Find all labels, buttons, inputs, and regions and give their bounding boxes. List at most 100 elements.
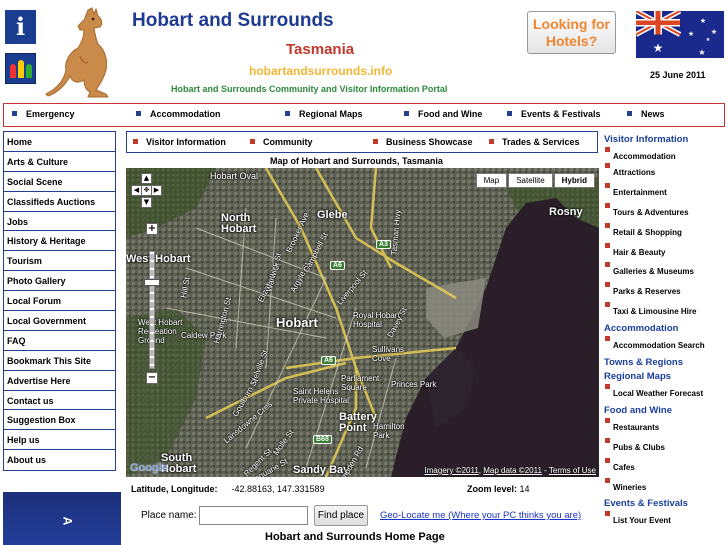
map-data-link[interactable]: Map data ©2011 bbox=[483, 466, 542, 475]
home-page-link[interactable]: Hobart and Surrounds Home Page bbox=[265, 531, 445, 543]
google-logo[interactable]: Google bbox=[130, 462, 168, 474]
find-place-button[interactable]: Find place bbox=[314, 505, 368, 526]
left-nav-faq[interactable]: FAQ bbox=[4, 331, 115, 351]
right-heading-accommodation[interactable]: Accommodation bbox=[604, 323, 727, 335]
map-type-map-button[interactable]: Map bbox=[475, 173, 508, 188]
right-item-hair-beauty[interactable]: Hair & Beauty bbox=[604, 242, 727, 262]
zoom-slider-track[interactable] bbox=[149, 251, 155, 369]
left-nav-contact[interactable]: Contact us bbox=[4, 391, 115, 411]
hotels-button[interactable]: Looking for Hotels? bbox=[527, 11, 616, 54]
right-item-restaurants[interactable]: Restaurants bbox=[604, 417, 727, 437]
left-nav-history-heritage[interactable]: History & Heritage bbox=[4, 231, 115, 252]
left-nav-classifieds[interactable]: Classifieds Auctions bbox=[4, 192, 115, 212]
geo-locate-link[interactable]: Geo-Locate me (Where your PC thinks you … bbox=[380, 510, 581, 521]
right-item-attractions[interactable]: Attractions bbox=[604, 162, 727, 182]
right-heading-food-and-wine[interactable]: Food and Wine bbox=[604, 405, 727, 417]
road-shield-a6-north: A6 bbox=[330, 261, 345, 270]
right-item-retail-shopping[interactable]: Retail & Shopping bbox=[604, 222, 727, 242]
right-heading-towns-regions[interactable]: Towns & Regions bbox=[604, 357, 727, 369]
pan-down-icon[interactable]: ▼ bbox=[141, 197, 152, 208]
top-nav-emergency[interactable]: Emergency bbox=[12, 109, 75, 119]
map-view[interactable]: Hobart Oval North Hobart Glebe Rosny Wes… bbox=[126, 168, 599, 477]
place-name-input[interactable] bbox=[199, 506, 308, 525]
map-type-satellite-button[interactable]: Satellite bbox=[508, 173, 553, 188]
right-item-cafes[interactable]: Cafes bbox=[604, 457, 727, 477]
left-nav-help-us[interactable]: Help us bbox=[4, 430, 115, 451]
lat-lon-label: Latitude, Longitude: bbox=[131, 484, 218, 494]
map-label-hobart: Hobart bbox=[276, 315, 318, 330]
lat-lon-value: -42.88163, 147.331589 bbox=[231, 484, 325, 494]
right-item-accommodation-search[interactable]: Accommodation Search bbox=[604, 335, 727, 355]
australian-flag: ★ ★ ★ ★ ★ ★ bbox=[636, 11, 724, 58]
current-date: 25 June 2011 bbox=[650, 70, 706, 80]
site-title[interactable]: Hobart and Surrounds bbox=[132, 10, 334, 32]
left-nav-advertise[interactable]: Advertise Here bbox=[4, 371, 115, 391]
lat-lon-readout: Latitude, Longitude: -42.88163, 147.33158… bbox=[131, 484, 325, 494]
right-item-accommodation[interactable]: Accommodation bbox=[604, 146, 727, 162]
top-nav-accommodation[interactable]: Accommodation bbox=[136, 109, 221, 119]
right-item-parks-reserves[interactable]: Parks & Reserves bbox=[604, 281, 727, 301]
left-nav-suggestion-box[interactable]: Suggestion Box bbox=[4, 410, 115, 431]
sub-nav-visitor-information[interactable]: Visitor Information bbox=[133, 137, 226, 147]
top-nav-regional-maps[interactable]: Regional Maps bbox=[285, 109, 363, 119]
sub-nav: Visitor Information Community Business S… bbox=[126, 131, 598, 153]
site-subtitle: Tasmania bbox=[286, 41, 355, 58]
top-nav: Emergency Accommodation Regional Maps Fo… bbox=[3, 103, 725, 127]
svg-text:★: ★ bbox=[698, 48, 705, 57]
top-nav-events-festivals[interactable]: Events & Festivals bbox=[507, 109, 601, 119]
left-banner-ad[interactable]: A bbox=[3, 492, 121, 545]
sub-nav-trades-services[interactable]: Trades & Services bbox=[489, 137, 580, 147]
road-shield-a3: A3 bbox=[376, 240, 391, 249]
zoom-in-button[interactable]: + bbox=[146, 223, 158, 235]
map-type-hybrid-button[interactable]: Hybrid bbox=[553, 173, 595, 188]
map-type-controls: Map Satellite Hybrid bbox=[475, 173, 595, 188]
map-label-battery-point: Battery Point bbox=[339, 411, 377, 434]
svg-text:★: ★ bbox=[711, 28, 717, 36]
left-nav-local-government[interactable]: Local Government bbox=[4, 311, 115, 331]
top-nav-news[interactable]: News bbox=[627, 109, 665, 119]
left-nav-social-scene[interactable]: Social Scene bbox=[4, 172, 115, 192]
terms-of-use-link[interactable]: Terms of Use bbox=[549, 466, 596, 475]
road-shield-a6: A6 bbox=[321, 356, 336, 365]
map-label-sullivans-cove: Sullivans Cove bbox=[372, 345, 405, 363]
community-people-icon[interactable] bbox=[5, 53, 36, 84]
left-nav-photo-gallery[interactable]: Photo Gallery bbox=[4, 271, 115, 292]
road-shield-b68: B68 bbox=[313, 435, 332, 444]
left-nav-bookmark[interactable]: Bookmark This Site bbox=[4, 351, 115, 371]
pan-right-icon[interactable]: ▶ bbox=[151, 185, 162, 196]
left-nav-home[interactable]: Home bbox=[4, 132, 115, 152]
right-item-wineries[interactable]: Wineries bbox=[604, 477, 727, 497]
zoom-level-value: 14 bbox=[519, 484, 530, 494]
right-heading-visitor-information[interactable]: Visitor Information bbox=[604, 134, 727, 146]
left-nav-tourism[interactable]: Tourism bbox=[4, 251, 115, 272]
right-item-taxi-limousine[interactable]: Taxi & Limousine Hire bbox=[604, 301, 727, 321]
left-nav-about-us[interactable]: About us bbox=[4, 450, 115, 470]
left-nav: Home Arts & Culture Social Scene Classif… bbox=[3, 131, 116, 472]
zoom-level-readout: Zoom level: 14 bbox=[467, 484, 530, 494]
zoom-out-button[interactable]: − bbox=[146, 372, 158, 384]
right-heading-events-festivals[interactable]: Events & Festivals bbox=[604, 498, 727, 510]
svg-text:★: ★ bbox=[706, 37, 711, 43]
right-heading-regional-maps[interactable]: Regional Maps bbox=[604, 371, 727, 383]
left-nav-local-forum[interactable]: Local Forum bbox=[4, 291, 115, 312]
pan-up-icon[interactable]: ▲ bbox=[141, 173, 152, 184]
map-label-rosny: Rosny bbox=[549, 206, 583, 218]
right-item-list-your-event[interactable]: List Your Event bbox=[604, 510, 727, 530]
site-url[interactable]: hobartandsurrounds.info bbox=[249, 64, 392, 78]
imagery-link[interactable]: Imagery ©2011 bbox=[425, 466, 479, 475]
map-label-west-hobart: West Hobart bbox=[126, 253, 191, 265]
right-item-galleries-museums[interactable]: Galleries & Museums bbox=[604, 261, 727, 281]
sub-nav-business-showcase[interactable]: Business Showcase bbox=[373, 137, 473, 147]
top-nav-food-and-wine[interactable]: Food and Wine bbox=[404, 109, 482, 119]
info-icon[interactable]: i bbox=[5, 10, 36, 44]
right-item-tours-adventures[interactable]: Tours & Adventures bbox=[604, 202, 727, 222]
sub-nav-community[interactable]: Community bbox=[250, 137, 313, 147]
right-item-pubs-clubs[interactable]: Pubs & Clubs bbox=[604, 437, 727, 457]
right-item-entertainment[interactable]: Entertainment bbox=[604, 182, 727, 202]
zoom-slider-thumb[interactable] bbox=[144, 279, 160, 286]
right-item-local-weather[interactable]: Local Weather Forecast bbox=[604, 383, 727, 403]
zoom-level-label: Zoom level: bbox=[467, 484, 518, 494]
left-nav-jobs[interactable]: Jobs bbox=[4, 212, 115, 232]
place-name-label: Place name: bbox=[141, 510, 197, 521]
left-nav-arts-culture[interactable]: Arts & Culture bbox=[4, 152, 115, 172]
